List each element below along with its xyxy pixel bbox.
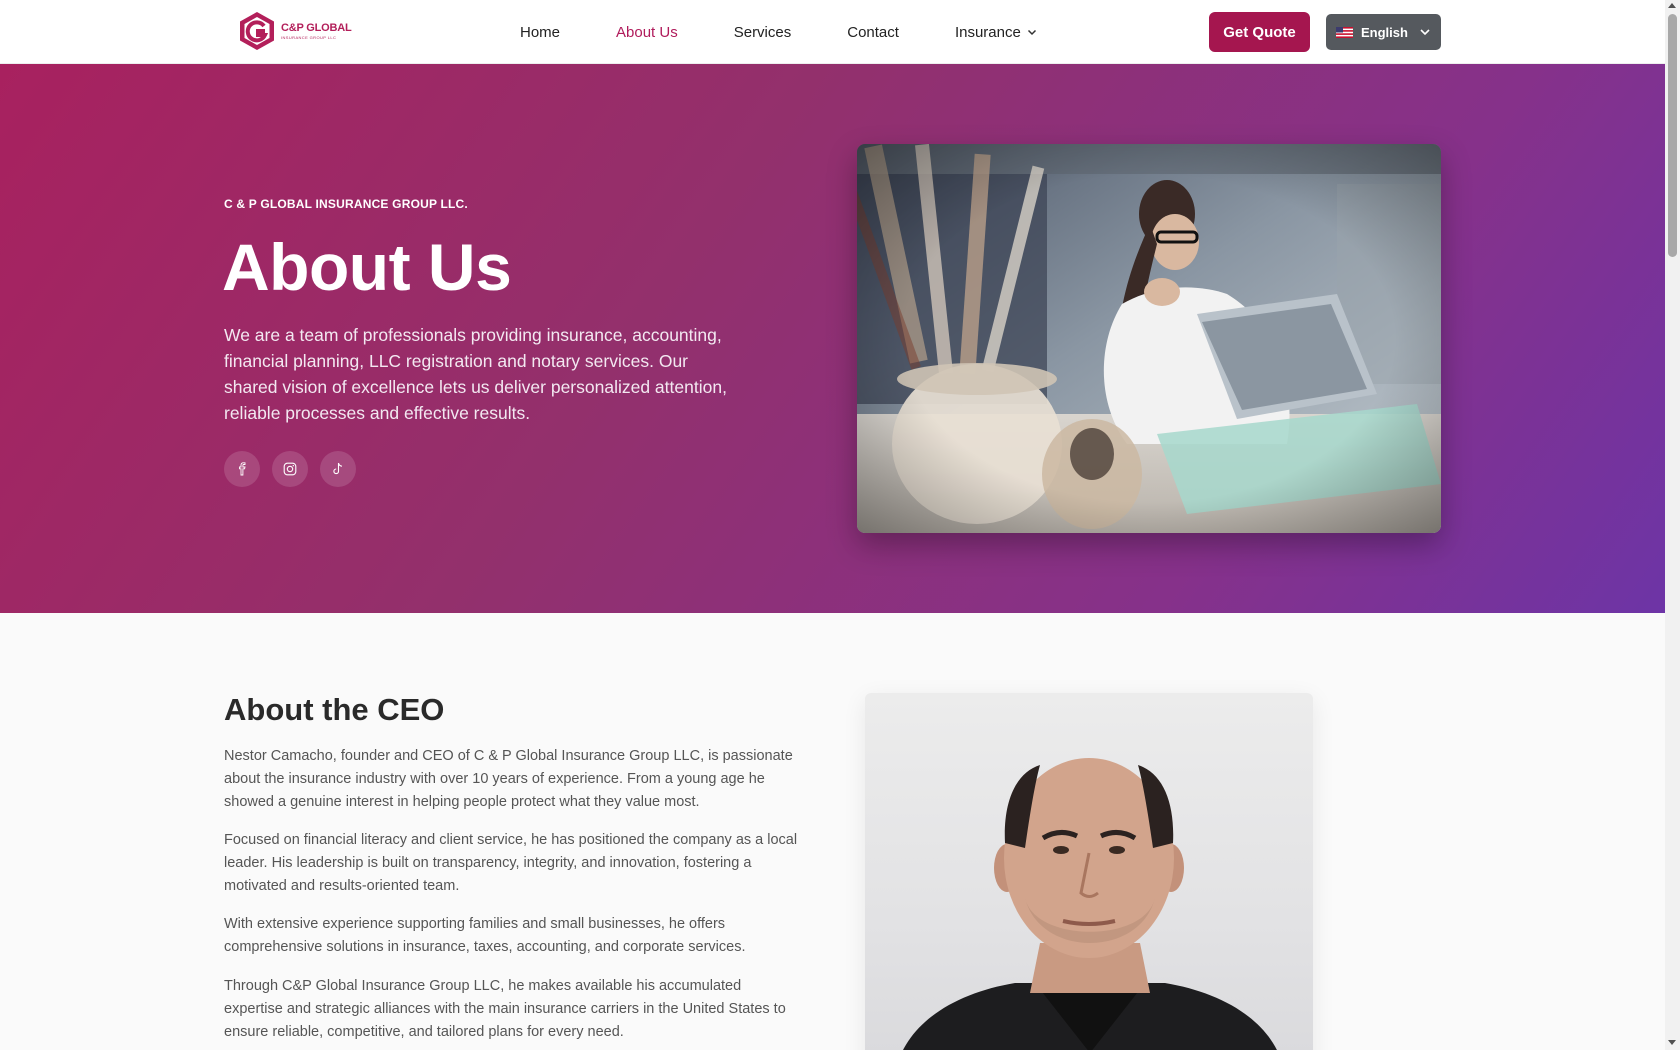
language-selector[interactable]: English	[1326, 14, 1441, 50]
nav-contact[interactable]: Contact	[847, 24, 899, 41]
logo[interactable]: C&P GLOBAL INSURANCE GROUP LLC	[237, 11, 352, 51]
scroll-up-arrow-icon[interactable]	[1668, 3, 1676, 8]
ceo-paragraph: Through C&P Global Insurance Group LLC, …	[224, 978, 786, 1040]
ceo-paragraph: With extensive experience supporting fam…	[224, 916, 746, 955]
ceo-portrait	[865, 693, 1313, 1050]
instagram-icon	[283, 462, 297, 476]
ceo-section-title: About the CEO	[224, 692, 445, 727]
get-quote-button[interactable]: Get Quote	[1209, 12, 1310, 52]
hero-section: C & P GLOBAL INSURANCE GROUP LLC. About …	[0, 64, 1665, 613]
ceo-paragraph: Focused on financial literacy and client…	[224, 832, 798, 894]
ceo-portrait-illustration	[903, 758, 1277, 1050]
site-header: C&P GLOBAL INSURANCE GROUP LLC Home Abou…	[0, 0, 1665, 64]
chevron-down-icon	[1027, 29, 1036, 36]
language-label: English	[1361, 24, 1408, 40]
nav-services[interactable]: Services	[734, 24, 792, 41]
instagram-link[interactable]	[272, 451, 308, 487]
nav-about-us[interactable]: About Us	[616, 24, 678, 41]
tiktok-link[interactable]	[320, 451, 356, 487]
nav-insurance-dropdown[interactable]: Insurance	[955, 24, 1037, 41]
scrollbar-thumb[interactable]	[1668, 14, 1677, 257]
main-nav: Home About Us Services Contact Insurance	[520, 0, 1093, 64]
logo-icon	[240, 12, 274, 50]
social-links	[224, 451, 356, 487]
logo-tagline: INSURANCE GROUP LLC	[281, 34, 337, 40]
tiktok-icon	[333, 462, 343, 475]
hero-photo-illustration	[857, 144, 1441, 533]
nav-insurance-label: Insurance	[954, 23, 1021, 41]
hero-description: We are a team of professionals providing…	[224, 325, 727, 423]
facebook-icon	[239, 462, 246, 476]
facebook-link[interactable]	[224, 451, 260, 487]
page-title: About Us	[222, 230, 512, 304]
ceo-paragraph: Nestor Camacho, founder and CEO of C & P…	[224, 748, 793, 810]
us-flag-icon	[1336, 26, 1353, 38]
hero-photo-woman-at-laptop	[857, 144, 1441, 533]
nav-home[interactable]: Home	[520, 24, 560, 41]
page-scrollbar[interactable]	[1665, 0, 1680, 1050]
logo-name: C&P GLOBAL	[281, 21, 352, 34]
chevron-down-icon	[1420, 29, 1430, 36]
company-eyebrow: C & P GLOBAL INSURANCE GROUP LLC.	[224, 197, 468, 211]
scroll-down-arrow-icon[interactable]	[1668, 1040, 1676, 1045]
